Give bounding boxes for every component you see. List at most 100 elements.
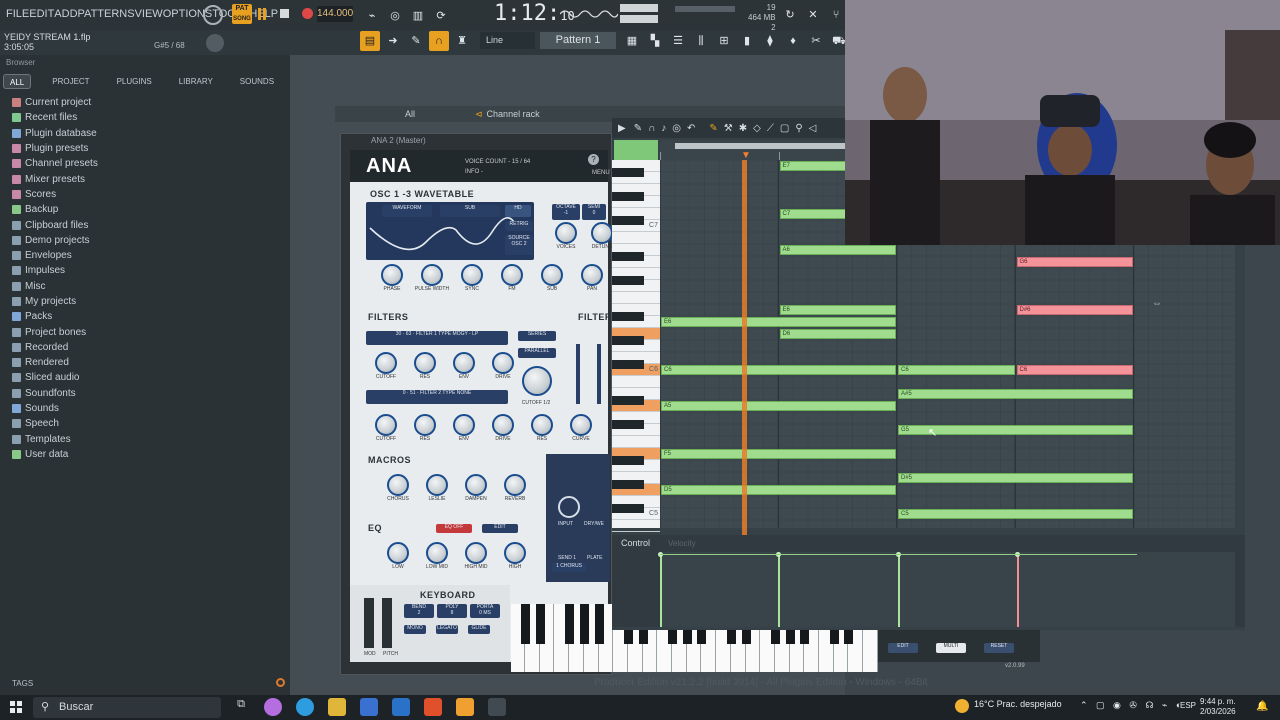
sub-knob[interactable] (541, 264, 563, 286)
ana-black-key[interactable] (565, 604, 575, 644)
cut-icon[interactable]: ✂ (806, 31, 826, 51)
snap-select[interactable]: Line (480, 32, 535, 49)
cutoff-knob[interactable] (375, 414, 397, 436)
velocity-bar[interactable] (778, 554, 780, 627)
pulse-width-knob[interactable] (421, 264, 443, 286)
piano-black-key[interactable] (612, 480, 644, 489)
magnet-icon[interactable]: ∩ (648, 123, 655, 134)
browser-tab-plugins[interactable]: PLUGINS (111, 74, 158, 89)
env-knob[interactable] (453, 414, 475, 436)
ana-black-key[interactable] (594, 604, 604, 644)
browser-item[interactable]: Plugin database (12, 126, 98, 141)
note-c6[interactable]: C6 (898, 365, 1015, 375)
octave-select[interactable]: OCTAVE -1 (552, 204, 580, 220)
reset-button[interactable]: RESET (984, 643, 1014, 653)
curve-knob[interactable] (570, 414, 592, 436)
note-c6[interactable]: C6 (661, 365, 896, 375)
browser-tab-project[interactable]: PROJECT (46, 74, 95, 89)
master-pitch-bar[interactable] (620, 15, 658, 23)
tempo-tapper-icon[interactable]: ♦ (783, 31, 803, 51)
res-knob[interactable] (414, 414, 436, 436)
input-knob[interactable] (558, 496, 580, 518)
pause-icon[interactable] (258, 8, 266, 20)
browser-item[interactable]: User data (12, 447, 98, 462)
browser-item[interactable]: Plugin presets (12, 141, 98, 156)
source-select[interactable]: SOURCE OSC 2 (505, 235, 533, 255)
browser-item[interactable]: Speech (12, 416, 98, 431)
record-icon[interactable] (302, 8, 313, 19)
pan-knob[interactable] (581, 264, 603, 286)
browser-item[interactable]: Rendered (12, 355, 98, 370)
env-slider-d[interactable] (597, 344, 601, 404)
browser-item[interactable]: Scores (12, 187, 98, 202)
low-mid-knob[interactable] (426, 542, 448, 564)
note-g6[interactable]: G6 (1016, 257, 1133, 267)
high-knob[interactable] (504, 542, 526, 564)
select-icon[interactable]: ▢ (780, 123, 789, 134)
ana-black-key[interactable] (521, 604, 530, 644)
mixer-window-icon[interactable]: ⫼ (691, 31, 711, 51)
pitch-wheel[interactable] (382, 598, 392, 648)
master-volume-bar[interactable] (620, 4, 658, 12)
wrench-icon[interactable]: ✎ (634, 123, 642, 134)
browser-tab-library[interactable]: LIBRARY (173, 74, 219, 89)
sub-select[interactable]: SUB (440, 205, 500, 217)
piano-black-key[interactable] (612, 216, 644, 225)
brush-icon[interactable]: ⚒ (724, 123, 733, 134)
ana-black-key[interactable] (579, 604, 589, 644)
edge-icon[interactable] (296, 698, 314, 716)
stamp-icon[interactable]: ♜ (452, 31, 472, 51)
fl-studio-icon[interactable] (456, 698, 474, 716)
leslie-knob[interactable] (426, 474, 448, 496)
browser-item[interactable]: Misc (12, 279, 98, 294)
pencil-icon[interactable]: ✎ (406, 31, 426, 51)
note-icon[interactable]: ♪ (661, 123, 666, 134)
browser-item[interactable]: Sounds (12, 401, 98, 416)
control-header[interactable]: Control Velocity (621, 538, 696, 548)
project-icon[interactable]: ▮ (737, 31, 757, 51)
plugin-icon[interactable]: ⧫ (760, 31, 780, 51)
obs-icon[interactable] (488, 698, 506, 716)
piano-white-key[interactable] (612, 520, 660, 532)
filter2-type-select[interactable]: 0 · 51 · FILTER 2 TYPE NONE (366, 390, 508, 404)
pencil-icon[interactable]: ✎ (709, 123, 717, 134)
waveform-select[interactable]: WAVEFORM (382, 205, 432, 217)
velocity-bar[interactable] (660, 554, 662, 627)
phase-knob[interactable] (381, 264, 403, 286)
eq-edit-button[interactable]: EDIT (482, 524, 518, 533)
piano-black-key[interactable] (612, 252, 644, 261)
piano-black-key[interactable] (612, 504, 644, 513)
note-f5[interactable]: F5 (661, 449, 896, 459)
low-knob[interactable] (387, 542, 409, 564)
chorus-select[interactable]: 1 CHORUS (552, 563, 586, 572)
series-button[interactable]: SERIES (518, 331, 556, 341)
note-a5[interactable]: A5 (661, 401, 896, 411)
browser-item[interactable]: Project bones (12, 324, 98, 339)
panic-icon[interactable]: ↻ (780, 5, 800, 25)
glide-button[interactable]: GLIDE (468, 625, 490, 634)
env-knob[interactable] (453, 352, 475, 374)
browser-item[interactable]: Clipboard files (12, 217, 98, 232)
drive-knob[interactable] (492, 414, 514, 436)
piano-black-key[interactable] (612, 168, 644, 177)
cutoff-knob[interactable] (375, 352, 397, 374)
browser-item[interactable]: Mixer presets (12, 171, 98, 186)
menu-file[interactable]: FILE (6, 8, 29, 20)
mono-button[interactable]: MONO (404, 625, 426, 634)
wait-input-icon[interactable]: ◎ (385, 6, 405, 26)
piano-white-key[interactable] (612, 292, 660, 304)
browser-item[interactable]: Recorded (12, 340, 98, 355)
windows-start-icon[interactable] (10, 701, 22, 713)
browser-item[interactable]: Soundfonts (12, 386, 98, 401)
ana-menu[interactable]: MENU (592, 170, 610, 176)
poly-setting[interactable]: POLY 8 (437, 604, 467, 618)
note-e6[interactable]: E6 (661, 317, 896, 327)
browser-window-icon[interactable]: ⊞ (714, 31, 734, 51)
brave-icon[interactable] (424, 698, 442, 716)
countdown-icon[interactable]: ▥ (408, 6, 428, 26)
porta-setting[interactable]: PORTA 0 MS (470, 604, 500, 618)
search-icon[interactable] (276, 678, 285, 687)
piano-black-key[interactable] (612, 360, 644, 369)
task-view-icon[interactable]: ⧉ (232, 698, 250, 716)
piano-black-key[interactable] (612, 420, 644, 429)
